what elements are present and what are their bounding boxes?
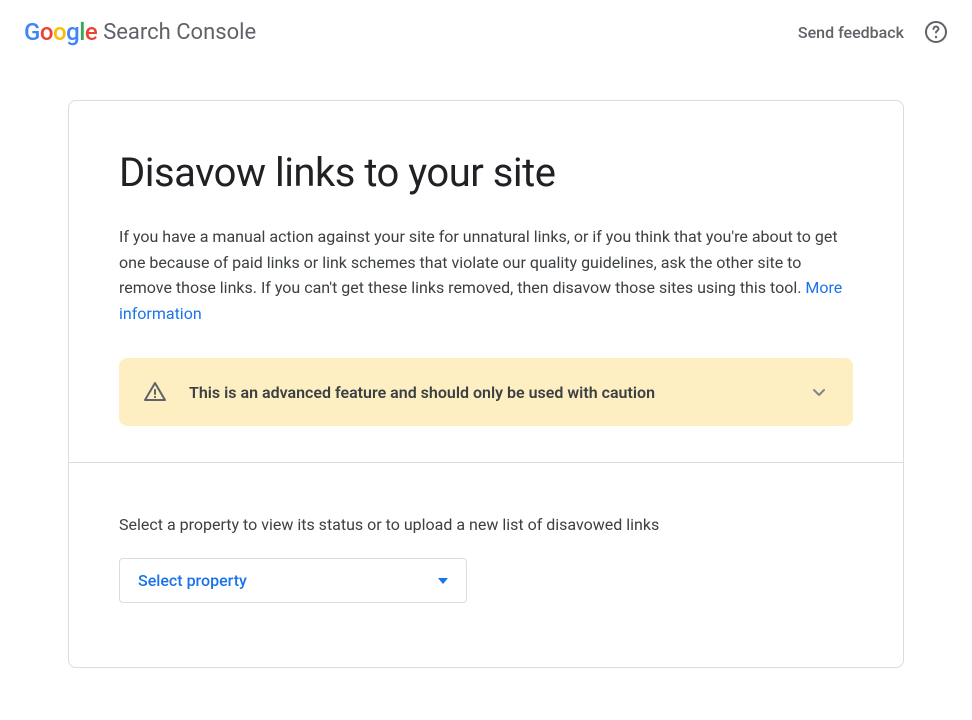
logo-letter: e [85,18,97,46]
google-logo: Google [24,18,97,46]
dropdown-arrow-icon [438,578,448,584]
header: Google Search Console Send feedback [0,0,972,64]
warning-text: This is an advanced feature and should o… [189,383,787,402]
description-text: If you have a manual action against your… [119,224,853,326]
logo-letter: o [40,18,53,46]
select-placeholder-text: Select property [138,571,247,590]
description-body: If you have a manual action against your… [119,227,838,297]
product-name: Search Console [103,20,256,45]
help-icon[interactable] [924,20,948,44]
header-right: Send feedback [798,20,948,44]
select-property-label: Select a property to view its status or … [119,515,853,534]
page-title: Disavow links to your site [119,149,853,196]
logo-letter: G [24,18,40,46]
property-select-dropdown[interactable]: Select property [119,558,467,603]
warning-icon [143,380,167,404]
logo-area[interactable]: Google Search Console [24,18,256,46]
warning-banner[interactable]: This is an advanced feature and should o… [119,358,853,426]
send-feedback-link[interactable]: Send feedback [798,23,904,42]
card-top-section: Disavow links to your site If you have a… [69,101,903,463]
logo-letter: g [66,18,79,46]
logo-letter: o [53,18,66,46]
card-bottom-section: Select a property to view its status or … [69,463,903,667]
chevron-down-icon [809,382,829,402]
main-card: Disavow links to your site If you have a… [68,100,904,668]
